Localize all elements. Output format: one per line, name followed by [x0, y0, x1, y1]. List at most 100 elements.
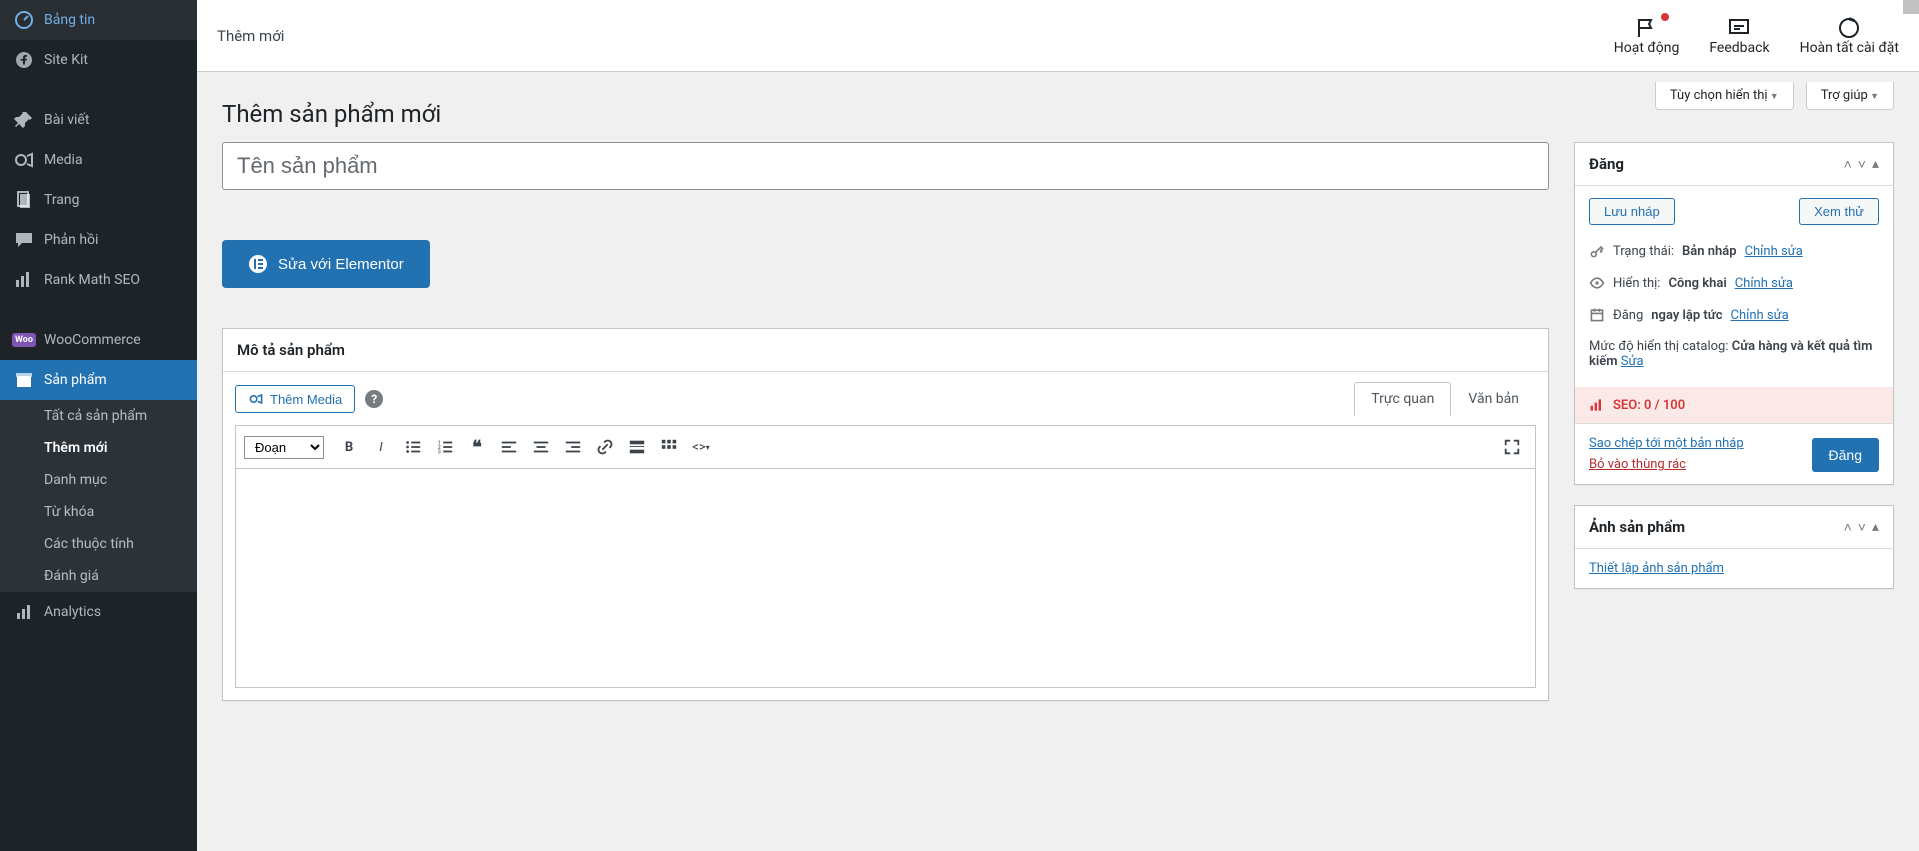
vertical-scrollbar[interactable] [1903, 0, 1919, 14]
move-up-icon[interactable]: ˄ [1844, 519, 1852, 536]
schedule-row: Đăng ngay lập tức Chỉnh sửa [1589, 299, 1879, 331]
product-description-box: Mô tả sản phẩm Thêm Media ? Trực quan Vă… [222, 328, 1549, 701]
sidebar-label: Trang [44, 192, 80, 208]
topbar-label: Hoàn tất cài đặt [1800, 40, 1899, 56]
submenu-tags[interactable]: Từ khóa [0, 496, 197, 528]
help-tab[interactable]: Trợ giúp [1806, 82, 1894, 110]
elementor-label: Sửa với Elementor [278, 256, 404, 273]
format-select[interactable]: Đoạn [244, 436, 324, 459]
topbar-finish-setup[interactable]: Hoàn tất cài đặt [1800, 16, 1899, 56]
media-btn-label: Thêm Media [270, 392, 342, 407]
code-button[interactable]: <>▾ [686, 432, 716, 462]
help-icon[interactable]: ? [365, 390, 383, 408]
sidebar-label: Rank Math SEO [44, 272, 140, 288]
preview-button[interactable]: Xem thử [1799, 198, 1879, 225]
move-up-icon[interactable]: ˄ [1844, 156, 1852, 173]
breadcrumb: Thêm mới [217, 27, 284, 45]
link-button[interactable] [590, 432, 620, 462]
align-center-button[interactable] [526, 432, 556, 462]
sidebar-item-sitekit[interactable]: Site Kit [0, 40, 197, 80]
submenu-reviews[interactable]: Đánh giá [0, 560, 197, 592]
catalog-row: Mức độ hiển thị catalog: Cửa hàng và kết… [1589, 331, 1879, 377]
sidebar-item-rankmath[interactable]: Rank Math SEO [0, 260, 197, 300]
sidebar-item-dashboard[interactable]: Bảng tin [0, 0, 197, 40]
products-submenu: Tất cả sản phẩm Thêm mới Danh mục Từ khó… [0, 400, 197, 592]
product-icon [14, 370, 34, 390]
readmore-button[interactable] [622, 432, 652, 462]
editor-visual-tab[interactable]: Trực quan [1354, 382, 1451, 416]
submenu-all-products[interactable]: Tất cả sản phẩm [0, 400, 197, 432]
publish-button[interactable]: Đăng [1812, 438, 1879, 472]
edit-visibility-link[interactable]: Chỉnh sửa [1735, 276, 1793, 291]
set-product-image-link[interactable]: Thiết lập ảnh sản phẩm [1589, 561, 1724, 576]
topbar-feedback[interactable]: Feedback [1709, 16, 1769, 56]
fullscreen-button[interactable] [1497, 432, 1527, 462]
elementor-icon [248, 254, 268, 274]
publish-box: Đăng ˄ ˅ ▴ Lưu nháp Xem thử [1574, 142, 1894, 485]
calendar-icon [1589, 307, 1605, 323]
edit-with-elementor-button[interactable]: Sửa với Elementor [222, 240, 430, 288]
italic-button[interactable]: I [366, 432, 396, 462]
sidebar-item-analytics[interactable]: Analytics [0, 592, 197, 632]
description-heading: Mô tả sản phẩm [223, 329, 1548, 372]
collapse-icon[interactable]: ▴ [1872, 156, 1879, 173]
sidebar-item-media[interactable]: Media [0, 140, 197, 180]
edit-status-link[interactable]: Chỉnh sửa [1745, 244, 1803, 259]
screen-options-tab[interactable]: Tùy chọn hiển thị [1655, 82, 1794, 110]
editor-content-area[interactable] [235, 468, 1536, 688]
publish-heading: Đăng [1589, 155, 1844, 173]
pin-icon [14, 110, 34, 130]
submenu-attributes[interactable]: Các thuộc tính [0, 528, 197, 560]
product-title-input[interactable] [222, 142, 1549, 190]
edit-schedule-link[interactable]: Chỉnh sửa [1730, 308, 1788, 323]
collapse-icon[interactable]: ▴ [1872, 519, 1879, 536]
tinymce-toolbar: Đoạn B I 123 ❝ <>▾ [235, 425, 1536, 468]
editor-text-tab[interactable]: Văn bản [1451, 382, 1536, 416]
seo-score-row: SEO: 0 / 100 [1575, 387, 1893, 423]
seo-chart-icon [1589, 397, 1605, 413]
media-icon [14, 150, 34, 170]
toolbar-toggle-button[interactable] [654, 432, 684, 462]
visibility-row: Hiển thị: Công khai Chỉnh sửa [1589, 267, 1879, 299]
number-list-button[interactable]: 123 [430, 432, 460, 462]
sidebar-label: Sản phẩm [44, 372, 107, 388]
product-image-heading: Ảnh sản phẩm [1589, 518, 1844, 536]
sidebar-label: Bài viết [44, 112, 89, 128]
sidebar-item-pages[interactable]: Trang [0, 180, 197, 220]
sidebar-label: Phản hồi [44, 232, 98, 248]
dashboard-icon [14, 10, 34, 30]
sidebar-label: Site Kit [44, 52, 88, 68]
product-image-box: Ảnh sản phẩm ˄ ˅ ▴ Thiết lập ảnh sản phẩ… [1574, 505, 1894, 589]
move-down-icon[interactable]: ˅ [1858, 519, 1866, 536]
save-draft-button[interactable]: Lưu nháp [1589, 198, 1675, 225]
sidebar-item-woocommerce[interactable]: Woo WooCommerce [0, 320, 197, 360]
notification-dot [1661, 13, 1669, 21]
topbar-label: Hoạt động [1614, 40, 1680, 56]
edit-catalog-link[interactable]: Sửa [1621, 354, 1644, 369]
sidebar-item-comments[interactable]: Phản hồi [0, 220, 197, 260]
blockquote-button[interactable]: ❝ [462, 432, 492, 462]
topbar-activity[interactable]: Hoạt động [1614, 16, 1680, 56]
progress-icon [1837, 16, 1861, 40]
status-row: Trạng thái: Bản nháp Chỉnh sửa [1589, 235, 1879, 267]
bold-button[interactable]: B [334, 432, 364, 462]
topbar: Thêm mới Hoạt động Feedback Hoàn tất cài… [197, 0, 1919, 72]
topbar-label: Feedback [1709, 40, 1769, 56]
sidebar-label: Bảng tin [44, 12, 95, 28]
admin-sidebar: Bảng tin Site Kit Bài viết Media Trang P… [0, 0, 197, 851]
seo-icon [14, 270, 34, 290]
move-to-trash-link[interactable]: Bỏ vào thùng rác [1589, 457, 1744, 472]
sidebar-item-products[interactable]: Sản phẩm [0, 360, 197, 400]
copy-to-draft-link[interactable]: Sao chép tới một bản nháp [1589, 436, 1744, 451]
align-left-button[interactable] [494, 432, 524, 462]
sidebar-item-posts[interactable]: Bài viết [0, 100, 197, 140]
move-down-icon[interactable]: ˅ [1858, 156, 1866, 173]
add-media-button[interactable]: Thêm Media [235, 385, 355, 413]
submenu-add-new[interactable]: Thêm mới [0, 432, 197, 464]
comment-icon [14, 230, 34, 250]
svg-text:3: 3 [438, 449, 441, 455]
seo-score-text: SEO: 0 / 100 [1613, 398, 1685, 413]
submenu-categories[interactable]: Danh mục [0, 464, 197, 496]
align-right-button[interactable] [558, 432, 588, 462]
bullet-list-button[interactable] [398, 432, 428, 462]
